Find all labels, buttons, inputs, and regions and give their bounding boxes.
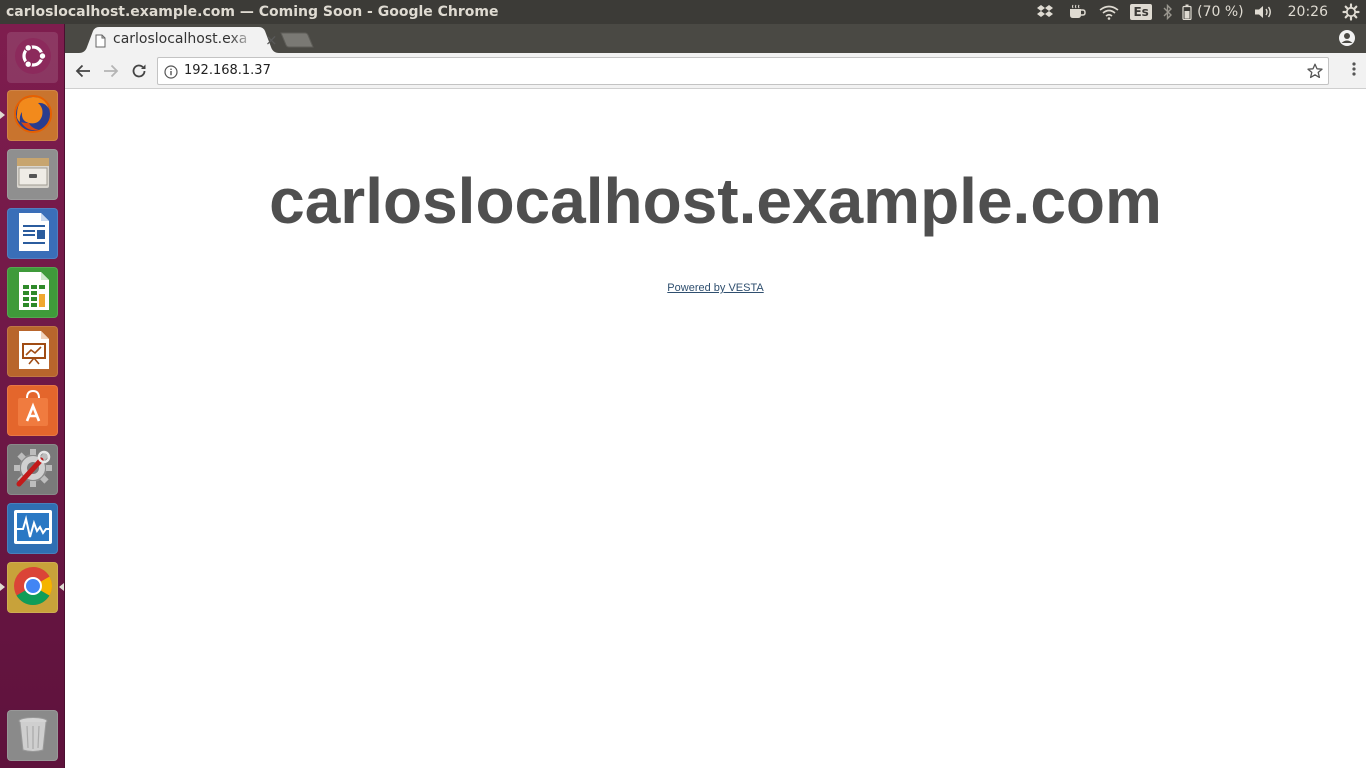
- back-button[interactable]: [73, 61, 93, 81]
- firefox-icon: [11, 92, 55, 140]
- battery-icon[interactable]: [1179, 0, 1195, 24]
- window-title: carloslocalhost.example.com — Coming Soo…: [6, 4, 499, 20]
- browser-toolbar: [65, 53, 1366, 89]
- site-info-icon[interactable]: [164, 64, 178, 83]
- impress-presentation-icon: [13, 329, 53, 375]
- system-monitor-icon: [12, 507, 54, 551]
- profile-icon[interactable]: [1338, 29, 1356, 51]
- calc-spreadsheet-icon: [13, 270, 53, 316]
- tab-title-fade: [229, 29, 257, 49]
- keyboard-layout-label: Es: [1130, 4, 1152, 20]
- writer-document-icon: [13, 211, 53, 257]
- powered-by: Powered by VESTA: [65, 282, 1366, 294]
- running-indicator: [0, 583, 5, 591]
- new-tab-button[interactable]: [280, 32, 314, 52]
- launcher-firefox[interactable]: [7, 90, 58, 141]
- launcher-ubuntu-dash[interactable]: [7, 32, 58, 83]
- indicator-area: Es (70 %) 20:26: [1029, 0, 1366, 24]
- page-heading: carloslocalhost.example.com: [269, 165, 1162, 237]
- launcher-libreoffice-calc[interactable]: [7, 267, 58, 318]
- gear-wrench-icon: [11, 446, 55, 494]
- arrow-left-icon: [75, 64, 90, 78]
- keyboard-layout-indicator[interactable]: Es: [1125, 0, 1157, 24]
- clock-label: 20:26: [1287, 4, 1328, 20]
- launcher-libreoffice-writer[interactable]: [7, 208, 58, 259]
- launcher-system-monitor[interactable]: [7, 503, 58, 554]
- trash-icon: [15, 714, 51, 758]
- battery-percent: (70 %): [1195, 0, 1250, 24]
- launcher-trash[interactable]: [7, 710, 58, 761]
- bookmark-star-icon[interactable]: [1307, 63, 1323, 83]
- coffee-icon[interactable]: [1061, 0, 1093, 24]
- launcher-ubuntu-software[interactable]: [7, 385, 58, 436]
- url-input[interactable]: [184, 63, 1284, 78]
- battery-percent-label: (70 %): [1197, 4, 1244, 20]
- launcher-google-chrome[interactable]: [7, 562, 58, 613]
- focused-indicator: [59, 583, 64, 591]
- reload-icon: [132, 64, 146, 78]
- file-cabinet-icon: [13, 153, 53, 197]
- launcher: [0, 24, 65, 768]
- tab-close-button[interactable]: ×: [265, 31, 278, 49]
- more-vertical-icon: [1352, 62, 1356, 76]
- launcher-libreoffice-impress[interactable]: [7, 326, 58, 377]
- bluetooth-icon[interactable]: [1157, 0, 1179, 24]
- reload-button[interactable]: [129, 61, 149, 81]
- settings-icon[interactable]: [1336, 0, 1366, 24]
- browser-tab[interactable]: carloslocalhost.exa ×: [79, 27, 279, 53]
- address-bar[interactable]: [157, 57, 1329, 85]
- volume-icon[interactable]: [1250, 0, 1278, 24]
- browser-window: carloslocalhost.exa × 192.168.1.37 carlo…: [65, 24, 1366, 768]
- powered-by-vesta-link[interactable]: Powered by VESTA: [667, 282, 763, 294]
- chrome-menu-button[interactable]: [1352, 61, 1356, 81]
- launcher-files[interactable]: [7, 149, 58, 200]
- page-viewport: carloslocalhost.example.com Powered by V…: [65, 89, 1366, 768]
- page-favicon-icon: [95, 33, 106, 52]
- forward-button[interactable]: [101, 61, 121, 81]
- wifi-icon[interactable]: [1093, 0, 1125, 24]
- shopping-bag-icon: [13, 388, 53, 434]
- dropbox-icon[interactable]: [1029, 0, 1061, 24]
- clock[interactable]: 20:26: [1278, 0, 1336, 24]
- ubuntu-logo-icon: [13, 36, 53, 80]
- chrome-icon: [12, 565, 54, 611]
- tab-strip: carloslocalhost.exa ×: [65, 24, 1366, 53]
- top-panel: carloslocalhost.example.com — Coming Soo…: [0, 0, 1366, 24]
- launcher-system-settings[interactable]: [7, 444, 58, 495]
- running-indicator: [0, 111, 5, 119]
- arrow-right-icon: [104, 64, 119, 78]
